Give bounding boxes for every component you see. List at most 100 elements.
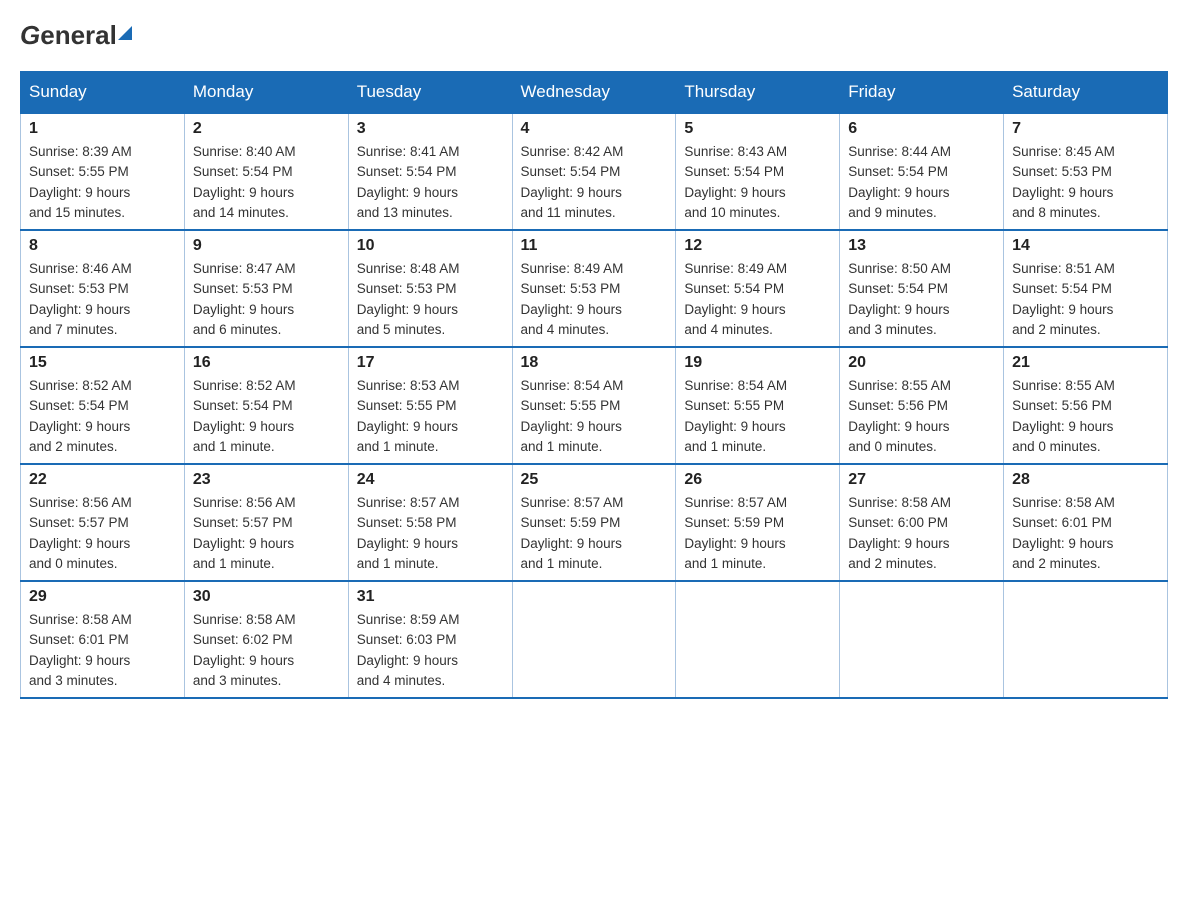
day-number: 5 bbox=[684, 120, 831, 138]
calendar-header-monday: Monday bbox=[184, 72, 348, 114]
day-info: Sunrise: 8:49 AMSunset: 5:53 PMDaylight:… bbox=[521, 261, 624, 337]
day-number: 9 bbox=[193, 237, 340, 255]
calendar-cell: 11 Sunrise: 8:49 AMSunset: 5:53 PMDaylig… bbox=[512, 230, 676, 347]
calendar-cell bbox=[1004, 581, 1168, 698]
day-number: 26 bbox=[684, 471, 831, 489]
calendar-cell: 29 Sunrise: 8:58 AMSunset: 6:01 PMDaylig… bbox=[21, 581, 185, 698]
day-info: Sunrise: 8:58 AMSunset: 6:02 PMDaylight:… bbox=[193, 612, 296, 688]
day-number: 22 bbox=[29, 471, 176, 489]
calendar-week-row-1: 1 Sunrise: 8:39 AMSunset: 5:55 PMDayligh… bbox=[21, 113, 1168, 230]
calendar-cell bbox=[840, 581, 1004, 698]
calendar-cell: 4 Sunrise: 8:42 AMSunset: 5:54 PMDayligh… bbox=[512, 113, 676, 230]
day-info: Sunrise: 8:57 AMSunset: 5:59 PMDaylight:… bbox=[521, 495, 624, 571]
calendar-header-wednesday: Wednesday bbox=[512, 72, 676, 114]
day-info: Sunrise: 8:52 AMSunset: 5:54 PMDaylight:… bbox=[193, 378, 296, 454]
calendar-week-row-5: 29 Sunrise: 8:58 AMSunset: 6:01 PMDaylig… bbox=[21, 581, 1168, 698]
day-info: Sunrise: 8:45 AMSunset: 5:53 PMDaylight:… bbox=[1012, 144, 1115, 220]
calendar-cell: 26 Sunrise: 8:57 AMSunset: 5:59 PMDaylig… bbox=[676, 464, 840, 581]
day-info: Sunrise: 8:51 AMSunset: 5:54 PMDaylight:… bbox=[1012, 261, 1115, 337]
calendar-cell: 22 Sunrise: 8:56 AMSunset: 5:57 PMDaylig… bbox=[21, 464, 185, 581]
day-info: Sunrise: 8:58 AMSunset: 6:01 PMDaylight:… bbox=[1012, 495, 1115, 571]
day-info: Sunrise: 8:39 AMSunset: 5:55 PMDaylight:… bbox=[29, 144, 132, 220]
calendar-header-tuesday: Tuesday bbox=[348, 72, 512, 114]
day-number: 14 bbox=[1012, 237, 1159, 255]
day-info: Sunrise: 8:53 AMSunset: 5:55 PMDaylight:… bbox=[357, 378, 460, 454]
day-info: Sunrise: 8:55 AMSunset: 5:56 PMDaylight:… bbox=[1012, 378, 1115, 454]
day-number: 6 bbox=[848, 120, 995, 138]
calendar-cell: 28 Sunrise: 8:58 AMSunset: 6:01 PMDaylig… bbox=[1004, 464, 1168, 581]
day-number: 7 bbox=[1012, 120, 1159, 138]
day-info: Sunrise: 8:40 AMSunset: 5:54 PMDaylight:… bbox=[193, 144, 296, 220]
day-info: Sunrise: 8:48 AMSunset: 5:53 PMDaylight:… bbox=[357, 261, 460, 337]
day-number: 1 bbox=[29, 120, 176, 138]
day-info: Sunrise: 8:58 AMSunset: 6:01 PMDaylight:… bbox=[29, 612, 132, 688]
calendar-cell: 9 Sunrise: 8:47 AMSunset: 5:53 PMDayligh… bbox=[184, 230, 348, 347]
calendar-header-saturday: Saturday bbox=[1004, 72, 1168, 114]
calendar-cell bbox=[676, 581, 840, 698]
day-info: Sunrise: 8:54 AMSunset: 5:55 PMDaylight:… bbox=[521, 378, 624, 454]
calendar-cell: 10 Sunrise: 8:48 AMSunset: 5:53 PMDaylig… bbox=[348, 230, 512, 347]
day-info: Sunrise: 8:55 AMSunset: 5:56 PMDaylight:… bbox=[848, 378, 951, 454]
day-info: Sunrise: 8:43 AMSunset: 5:54 PMDaylight:… bbox=[684, 144, 787, 220]
day-number: 31 bbox=[357, 588, 504, 606]
day-info: Sunrise: 8:52 AMSunset: 5:54 PMDaylight:… bbox=[29, 378, 132, 454]
calendar-week-row-3: 15 Sunrise: 8:52 AMSunset: 5:54 PMDaylig… bbox=[21, 347, 1168, 464]
calendar-week-row-4: 22 Sunrise: 8:56 AMSunset: 5:57 PMDaylig… bbox=[21, 464, 1168, 581]
calendar-cell: 13 Sunrise: 8:50 AMSunset: 5:54 PMDaylig… bbox=[840, 230, 1004, 347]
day-number: 23 bbox=[193, 471, 340, 489]
day-number: 21 bbox=[1012, 354, 1159, 372]
calendar-cell: 19 Sunrise: 8:54 AMSunset: 5:55 PMDaylig… bbox=[676, 347, 840, 464]
day-number: 24 bbox=[357, 471, 504, 489]
day-number: 13 bbox=[848, 237, 995, 255]
calendar-cell: 21 Sunrise: 8:55 AMSunset: 5:56 PMDaylig… bbox=[1004, 347, 1168, 464]
day-info: Sunrise: 8:47 AMSunset: 5:53 PMDaylight:… bbox=[193, 261, 296, 337]
calendar-cell: 31 Sunrise: 8:59 AMSunset: 6:03 PMDaylig… bbox=[348, 581, 512, 698]
calendar-cell: 14 Sunrise: 8:51 AMSunset: 5:54 PMDaylig… bbox=[1004, 230, 1168, 347]
calendar-cell: 16 Sunrise: 8:52 AMSunset: 5:54 PMDaylig… bbox=[184, 347, 348, 464]
logo: G eneral bbox=[20, 20, 132, 51]
day-info: Sunrise: 8:56 AMSunset: 5:57 PMDaylight:… bbox=[29, 495, 132, 571]
day-number: 16 bbox=[193, 354, 340, 372]
day-info: Sunrise: 8:59 AMSunset: 6:03 PMDaylight:… bbox=[357, 612, 460, 688]
day-number: 8 bbox=[29, 237, 176, 255]
logo-triangle-icon bbox=[118, 26, 132, 40]
calendar-cell: 24 Sunrise: 8:57 AMSunset: 5:58 PMDaylig… bbox=[348, 464, 512, 581]
day-info: Sunrise: 8:57 AMSunset: 5:59 PMDaylight:… bbox=[684, 495, 787, 571]
day-info: Sunrise: 8:58 AMSunset: 6:00 PMDaylight:… bbox=[848, 495, 951, 571]
day-number: 25 bbox=[521, 471, 668, 489]
calendar-cell: 20 Sunrise: 8:55 AMSunset: 5:56 PMDaylig… bbox=[840, 347, 1004, 464]
day-number: 11 bbox=[521, 237, 668, 255]
day-info: Sunrise: 8:56 AMSunset: 5:57 PMDaylight:… bbox=[193, 495, 296, 571]
calendar-cell: 27 Sunrise: 8:58 AMSunset: 6:00 PMDaylig… bbox=[840, 464, 1004, 581]
day-info: Sunrise: 8:46 AMSunset: 5:53 PMDaylight:… bbox=[29, 261, 132, 337]
calendar-cell: 25 Sunrise: 8:57 AMSunset: 5:59 PMDaylig… bbox=[512, 464, 676, 581]
day-number: 19 bbox=[684, 354, 831, 372]
calendar-cell: 3 Sunrise: 8:41 AMSunset: 5:54 PMDayligh… bbox=[348, 113, 512, 230]
day-number: 10 bbox=[357, 237, 504, 255]
day-number: 18 bbox=[521, 354, 668, 372]
page-header: G eneral bbox=[20, 20, 1168, 51]
logo-g: G bbox=[20, 20, 40, 51]
logo-eneral: eneral bbox=[40, 20, 117, 51]
day-info: Sunrise: 8:42 AMSunset: 5:54 PMDaylight:… bbox=[521, 144, 624, 220]
day-number: 4 bbox=[521, 120, 668, 138]
day-number: 3 bbox=[357, 120, 504, 138]
calendar-cell: 23 Sunrise: 8:56 AMSunset: 5:57 PMDaylig… bbox=[184, 464, 348, 581]
day-info: Sunrise: 8:49 AMSunset: 5:54 PMDaylight:… bbox=[684, 261, 787, 337]
day-number: 29 bbox=[29, 588, 176, 606]
calendar-cell bbox=[512, 581, 676, 698]
calendar-cell: 2 Sunrise: 8:40 AMSunset: 5:54 PMDayligh… bbox=[184, 113, 348, 230]
calendar-cell: 12 Sunrise: 8:49 AMSunset: 5:54 PMDaylig… bbox=[676, 230, 840, 347]
day-number: 20 bbox=[848, 354, 995, 372]
calendar-cell: 30 Sunrise: 8:58 AMSunset: 6:02 PMDaylig… bbox=[184, 581, 348, 698]
calendar-header-friday: Friday bbox=[840, 72, 1004, 114]
day-info: Sunrise: 8:57 AMSunset: 5:58 PMDaylight:… bbox=[357, 495, 460, 571]
day-number: 17 bbox=[357, 354, 504, 372]
calendar-cell: 8 Sunrise: 8:46 AMSunset: 5:53 PMDayligh… bbox=[21, 230, 185, 347]
day-number: 15 bbox=[29, 354, 176, 372]
calendar-header-sunday: Sunday bbox=[21, 72, 185, 114]
day-number: 28 bbox=[1012, 471, 1159, 489]
calendar-cell: 6 Sunrise: 8:44 AMSunset: 5:54 PMDayligh… bbox=[840, 113, 1004, 230]
day-info: Sunrise: 8:54 AMSunset: 5:55 PMDaylight:… bbox=[684, 378, 787, 454]
calendar-cell: 18 Sunrise: 8:54 AMSunset: 5:55 PMDaylig… bbox=[512, 347, 676, 464]
